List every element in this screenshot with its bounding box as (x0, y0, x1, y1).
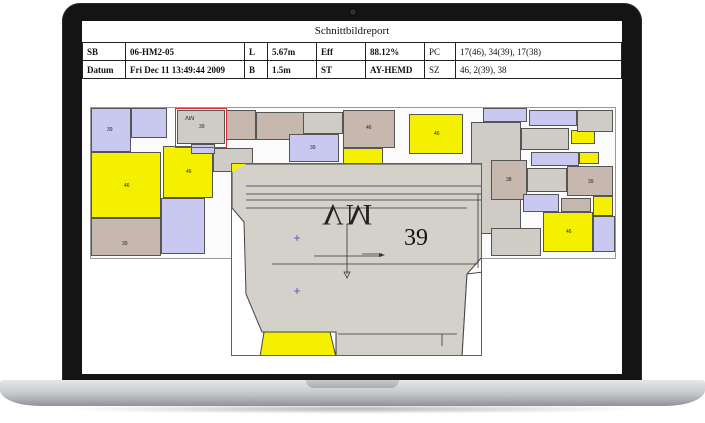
pattern-piece: 38 (491, 160, 527, 200)
zoom-mirror-label: VM (322, 198, 375, 231)
piece-size-label: 39 (107, 127, 113, 133)
table-row: SB 06-HM2-05 L 5.67m Eff 88.12% PC 17(46… (82, 42, 622, 61)
pattern-piece (491, 228, 541, 256)
sz-label: SZ (424, 60, 456, 79)
pc-label: PC (424, 42, 456, 61)
piece-size-label: 46 (124, 183, 130, 189)
width-label: B (244, 60, 268, 79)
info-table: SB 06-HM2-05 L 5.67m Eff 88.12% PC 17(46… (82, 42, 622, 79)
style-label: ST (316, 60, 366, 79)
date-label: Datum (82, 60, 126, 79)
pattern-piece (593, 196, 613, 216)
webcam-icon (350, 9, 356, 15)
pattern-piece: 39 (91, 108, 131, 152)
zoom-window[interactable]: VM 39 (231, 163, 482, 356)
pattern-piece: 39 (567, 166, 613, 196)
efficiency-label: Eff (316, 42, 366, 61)
pattern-piece (577, 110, 613, 132)
pattern-piece (579, 152, 599, 164)
sb-value: 06-HM2-05 (125, 42, 245, 61)
efficiency-value: 88.12% (365, 42, 425, 61)
pattern-piece: 39 (91, 218, 161, 256)
pattern-piece (483, 108, 527, 122)
zoom-canvas (232, 164, 481, 355)
table-row: Datum Fri Dec 11 13:49:44 2009 B 1.5m ST… (82, 60, 622, 79)
pattern-piece (561, 198, 591, 212)
sz-value: 46, 2(39), 38 (455, 60, 622, 79)
piece-size-label: 39 (310, 145, 316, 151)
pc-value: 17(46), 34(39), 17(38) (455, 42, 622, 61)
pattern-piece: 46 (91, 152, 161, 218)
date-value: Fri Dec 11 13:49:44 2009 (125, 60, 245, 79)
sb-label: SB (82, 42, 126, 61)
style-value: AY-HEMD (365, 60, 425, 79)
pattern-piece (529, 110, 577, 126)
pattern-piece: 39 (289, 134, 339, 162)
pattern-piece: 46 (409, 114, 463, 154)
piece-size-label: 39 (122, 241, 128, 247)
pattern-piece (527, 168, 567, 192)
laptop-notch (306, 380, 399, 388)
piece-size-label: 39 (588, 179, 594, 185)
pattern-piece (571, 130, 595, 144)
pattern-piece (593, 216, 615, 252)
pattern-piece (521, 128, 569, 150)
pattern-piece (523, 194, 559, 212)
pattern-piece (226, 110, 256, 140)
pattern-piece (161, 198, 205, 254)
screen: Schnittbildreport SB 06-HM2-05 L 5.67m E… (82, 21, 622, 374)
piece-size-label: 46 (186, 169, 192, 175)
report-title: Schnittbildreport (314, 25, 390, 37)
pattern-piece (531, 152, 579, 166)
piece-size-label: 46 (434, 131, 440, 137)
piece-size-label: 46 (366, 125, 372, 131)
piece-size-label: 46 (566, 229, 572, 235)
length-value: 5.67m (267, 42, 317, 61)
width-value: 1.5m (267, 60, 317, 79)
piece-size-label: 38 (506, 177, 512, 183)
pattern-piece (131, 108, 167, 138)
pattern-piece: 46 (343, 110, 395, 148)
zoom-size-label: 39 (404, 225, 428, 251)
length-label: L (244, 42, 268, 61)
pattern-piece: 46 (543, 212, 593, 252)
zoom-selection-box[interactable] (175, 108, 227, 148)
pattern-piece (303, 112, 343, 134)
